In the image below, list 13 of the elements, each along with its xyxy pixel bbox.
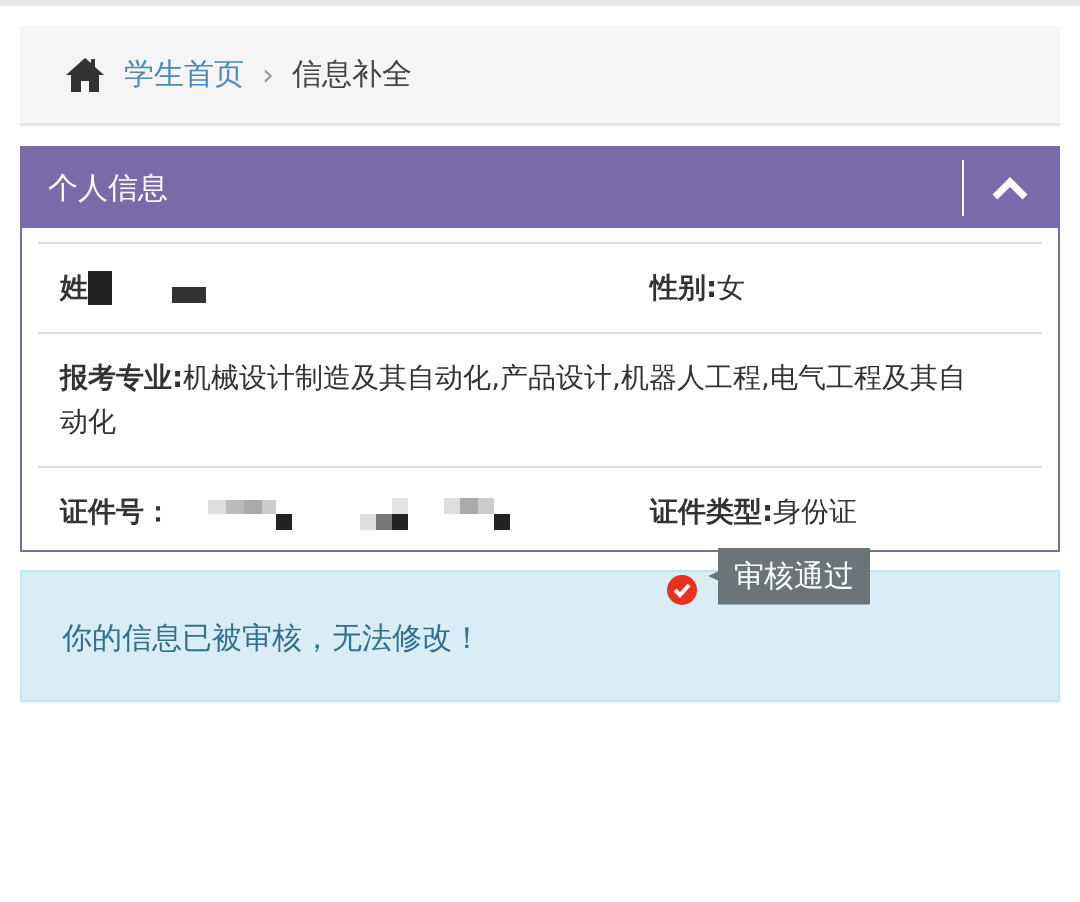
field-text: 证件类型:身份证	[650, 494, 858, 530]
panel-title: 个人信息	[48, 168, 169, 207]
breadcrumb-separator: ›	[262, 57, 274, 92]
status-tooltip: 审核通过	[708, 547, 870, 605]
home-icon[interactable]	[64, 55, 106, 94]
field-text: 性别:女	[650, 270, 746, 306]
check-icon	[666, 574, 698, 606]
field-label: 姓	[60, 270, 88, 306]
breadcrumb-link[interactable]: 学生首页	[124, 54, 244, 95]
breadcrumb-current: 信息补全	[292, 55, 412, 93]
field-label: 证件号：	[60, 494, 172, 530]
alert-message: 你的信息已被审核，无法修改！	[62, 620, 482, 655]
field-text: 报考专业:机械设计制造及其自动化,产品设计,机器人工程,电气工程及其自动化	[60, 360, 967, 440]
